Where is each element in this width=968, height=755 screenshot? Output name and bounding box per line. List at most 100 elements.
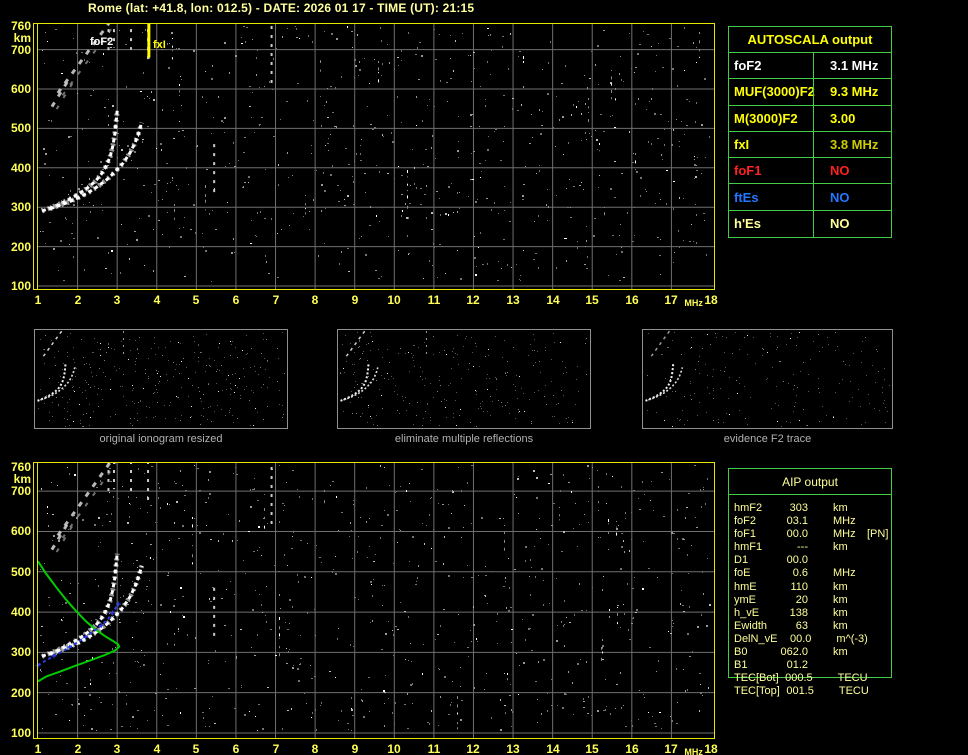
x-axis-tick-label: 1 bbox=[34, 293, 42, 307]
y-axis-tick-label: 500 bbox=[10, 565, 31, 579]
x-axis-tick-label: 11 bbox=[427, 293, 441, 307]
aip-row: ymE 20 km bbox=[734, 594, 904, 607]
x-axis-tick-label: 16 bbox=[625, 742, 639, 755]
aip-unit: MHz bbox=[833, 567, 856, 580]
x-axis-tick-label: 14 bbox=[546, 293, 560, 307]
x-axis-tick-label: 9 bbox=[351, 742, 359, 755]
aip-value: 00.0 bbox=[786, 528, 808, 541]
aip-row: B0 062.0 km bbox=[734, 646, 904, 659]
aip-value: 110 bbox=[790, 580, 808, 593]
autoscala-row-value: NO bbox=[813, 184, 891, 211]
x-axis-tick-label: 1 bbox=[34, 742, 42, 755]
x-axis-tick-label: 16 bbox=[625, 293, 639, 307]
thumbnail-caption: original ionogram resized bbox=[99, 433, 223, 445]
y-axis-tick-label: 200 bbox=[10, 240, 31, 254]
aip-unit: TECU bbox=[837, 672, 868, 685]
fxi-annotation: fxI bbox=[153, 39, 166, 51]
x-axis-tick-label: 14 bbox=[546, 742, 560, 755]
x-axis-tick-label: 7 bbox=[272, 293, 280, 307]
aip-value: 062.0 bbox=[780, 646, 808, 659]
aip-unit: km bbox=[833, 646, 848, 659]
aip-unit: MHz bbox=[833, 528, 856, 541]
aip-value: --- bbox=[797, 541, 808, 554]
x-axis-tick-label: 11 bbox=[427, 742, 441, 755]
y-axis-tick-label: 700 bbox=[10, 484, 31, 498]
x-axis-tick-label: 4 bbox=[153, 293, 161, 307]
x-axis-tick-label: 5 bbox=[192, 293, 200, 307]
aip-value: 001.5 bbox=[786, 685, 814, 698]
y-axis-tick-label: 200 bbox=[10, 686, 31, 700]
x-axis-tick-label: 5 bbox=[192, 742, 200, 755]
aip-label: hmF1 bbox=[734, 541, 763, 554]
x-axis-tick-label: 17 bbox=[664, 742, 678, 755]
autoscala-row-value: 9.3 MHz bbox=[813, 79, 891, 106]
aip-label: hmE bbox=[734, 580, 757, 593]
aip-row: TEC[Bot] 000.5 TECU bbox=[734, 672, 904, 685]
aip-row: hmF1 --- km bbox=[734, 541, 904, 554]
analysis-ionogram-canvas bbox=[33, 462, 715, 739]
x-axis-tick-label: 10 bbox=[387, 293, 401, 307]
thumbnail-eliminate-reflections bbox=[337, 329, 591, 429]
aip-unit: km bbox=[833, 606, 848, 619]
aip-label: B0 bbox=[734, 646, 748, 659]
aip-label: Ewidth bbox=[734, 619, 768, 632]
x-axis-tick-label: 9 bbox=[351, 293, 359, 307]
x-axis-tick-label: 13 bbox=[506, 293, 520, 307]
aip-value: 20 bbox=[795, 593, 808, 606]
aip-unit: km bbox=[833, 541, 848, 554]
aip-unit: km bbox=[833, 580, 848, 593]
thumbnail-caption: eliminate multiple reflections bbox=[394, 433, 534, 445]
aip-label: B1 bbox=[734, 659, 748, 672]
x-axis-tick-label: 10 bbox=[387, 742, 401, 755]
aip-unit: m^(-3) bbox=[836, 632, 868, 645]
x-axis-unit-label: MHz bbox=[684, 747, 703, 755]
x-axis-tick-label: 13 bbox=[506, 742, 520, 755]
main-ionogram-canvas bbox=[33, 23, 715, 290]
autoscala-row-label: M(3000)F2 bbox=[729, 106, 813, 132]
autoscala-table-header: AUTOSCALA output bbox=[729, 27, 891, 53]
x-axis-tick-label: 4 bbox=[153, 742, 161, 755]
x-axis-tick-label: 12 bbox=[466, 742, 480, 755]
aip-value: 000.5 bbox=[785, 672, 813, 685]
page-title: Rome (lat: +41.8, lon: 012.5) - DATE: 20… bbox=[88, 1, 475, 15]
aip-table: AIP output hmF2 303 km foF2 03.1 MHz foF1 00.0 M… bbox=[728, 468, 892, 697]
aip-row: foF2 03.1 MHz bbox=[734, 515, 904, 528]
aip-row: DelN_vE 00.0 m^(-3) bbox=[734, 633, 904, 646]
autoscala-row-value: NO bbox=[813, 210, 891, 237]
aip-label: D1 bbox=[734, 554, 749, 567]
aip-table-header: AIP output bbox=[729, 469, 891, 495]
x-axis-tick-label: 7 bbox=[272, 742, 280, 755]
y-axis-tick-label: 300 bbox=[10, 645, 31, 659]
autoscala-row-value: NO bbox=[813, 158, 891, 185]
autoscala-row-label: fxI bbox=[729, 132, 813, 159]
aip-value: 0.6 bbox=[792, 567, 808, 580]
aip-extra: [PN] bbox=[867, 528, 889, 541]
y-axis-tick-label: 400 bbox=[10, 161, 31, 175]
aip-unit: km bbox=[833, 502, 848, 514]
aip-row: hmF2 303 km bbox=[734, 502, 904, 515]
y-axis-tick-label: 400 bbox=[10, 605, 31, 619]
x-axis-tick-label: 3 bbox=[113, 293, 121, 307]
aip-label: DelN_vE bbox=[734, 632, 778, 645]
x-axis-tick-label: 2 bbox=[74, 293, 82, 307]
x-axis-tick-label: 2 bbox=[74, 742, 82, 755]
autoscala-row-label: foF2 bbox=[729, 53, 813, 80]
aip-row: B1 01.2 bbox=[734, 659, 904, 672]
autoscala-row-label: MUF(3000)F2 bbox=[729, 79, 815, 106]
x-axis-tick-label: 8 bbox=[311, 293, 319, 307]
aip-label: foF1 bbox=[734, 528, 757, 541]
aip-label: TEC[Bot] bbox=[734, 672, 779, 685]
x-axis-unit-label: MHz bbox=[684, 298, 703, 308]
y-axis-tick-label: 600 bbox=[10, 524, 31, 538]
aip-value: 63 bbox=[795, 619, 808, 632]
thumbnail-original-ionogram bbox=[34, 329, 288, 429]
x-axis-tick-label: 12 bbox=[466, 293, 480, 307]
autoscala-row-label: h'Es bbox=[734, 216, 761, 232]
x-axis-tick-label: 6 bbox=[232, 742, 240, 755]
autoscala-row-value: 3.8 MHz bbox=[813, 131, 891, 159]
aip-table-rows: hmF2 303 km foF2 03.1 MHz foF1 00.0 MHz [PN] hmF1 -… bbox=[734, 502, 904, 698]
x-axis-tick-label: 3 bbox=[113, 742, 121, 755]
aip-value: 00.0 bbox=[789, 632, 812, 645]
aip-unit: km bbox=[833, 619, 848, 632]
fof2-annotation: foF2 bbox=[90, 36, 114, 48]
